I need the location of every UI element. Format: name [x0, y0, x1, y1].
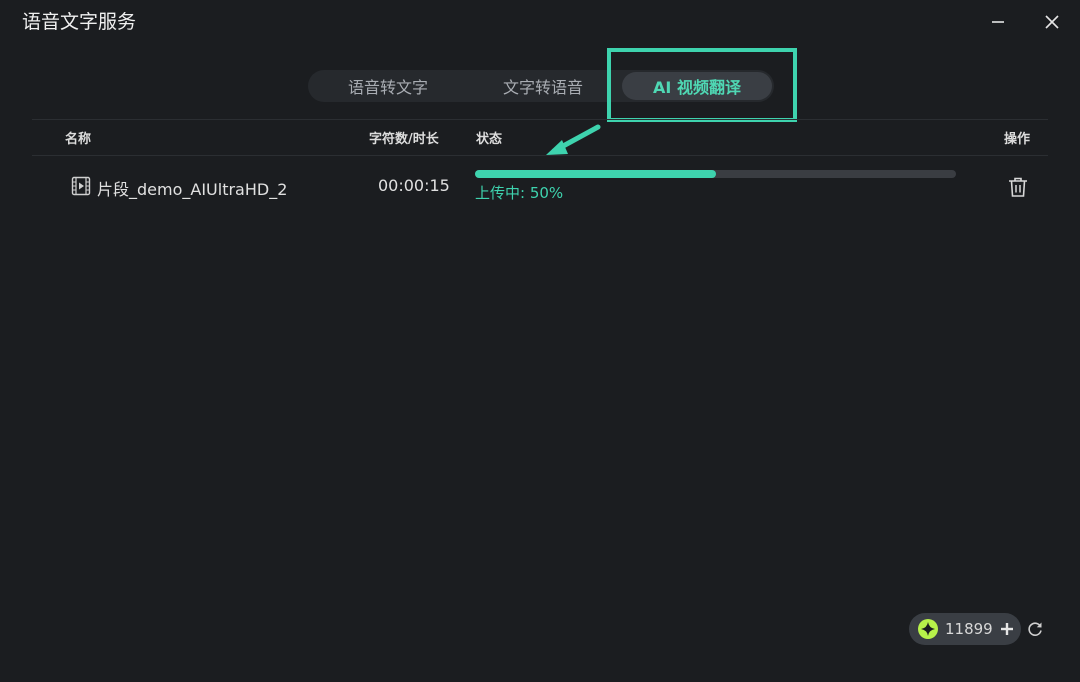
header-divider-top: [32, 119, 1048, 120]
tab-speech-to-text[interactable]: 语音转文字: [308, 70, 468, 102]
column-header-actions: 操作: [1004, 132, 1031, 147]
window-title: 语音文字服务: [22, 11, 137, 33]
close-button[interactable]: [1036, 8, 1068, 36]
film-icon: [71, 176, 91, 196]
delete-button[interactable]: [1006, 175, 1030, 199]
sparkle-coin-icon: [918, 619, 938, 639]
trash-icon: [1009, 177, 1027, 197]
column-header-name: 名称: [65, 132, 92, 147]
column-header-length: 字符数/时长: [369, 132, 439, 147]
plus-icon[interactable]: [999, 621, 1015, 637]
column-header-status: 状态: [476, 132, 503, 147]
header-divider-bottom: [32, 155, 1048, 156]
upload-progress-fill: [475, 170, 716, 178]
tab-text-to-speech[interactable]: 文字转语音: [468, 70, 618, 102]
refresh-icon[interactable]: [1025, 619, 1045, 639]
minimize-icon: [992, 21, 1004, 23]
close-icon: [1045, 15, 1059, 29]
row-file-name: 片段_demo_AIUltraHD_2: [97, 180, 288, 199]
upload-progress-bar: [475, 170, 956, 178]
upload-status-text: 上传中: 50%: [475, 184, 564, 202]
credits-balance: 11899: [909, 613, 1021, 645]
minimize-button[interactable]: [982, 8, 1014, 36]
annotation-highlight-box: [607, 48, 797, 122]
credits-count: 11899: [945, 620, 993, 638]
row-duration: 00:00:15: [378, 176, 450, 195]
annotation-arrow: [546, 124, 601, 155]
